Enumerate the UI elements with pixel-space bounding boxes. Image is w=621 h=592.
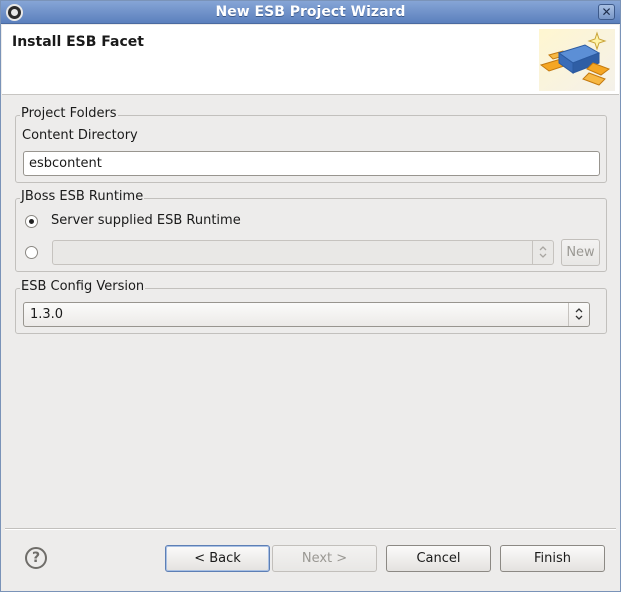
server-supplied-label[interactable]: Server supplied ESB Runtime — [51, 213, 241, 228]
esb-runtime-label: JBoss ESB Runtime — [20, 189, 145, 204]
finish-button[interactable]: Finish — [500, 545, 605, 572]
content-directory-label: Content Directory — [22, 128, 138, 143]
config-version-select[interactable]: 1.3.0 — [23, 302, 590, 327]
window-title: New ESB Project Wizard — [215, 4, 406, 20]
chevron-updown-icon — [568, 303, 589, 326]
custom-runtime-radio[interactable] — [25, 246, 38, 259]
server-supplied-radio[interactable] — [25, 215, 38, 228]
custom-runtime-select[interactable] — [52, 240, 554, 265]
close-icon[interactable]: ✕ — [598, 4, 615, 20]
config-version-label: ESB Config Version — [20, 279, 146, 294]
new-runtime-button[interactable]: New — [561, 239, 600, 266]
back-button[interactable]: < Back — [165, 545, 270, 572]
project-folders-label: Project Folders — [20, 106, 118, 121]
wizard-window: New ESB Project Wizard ✕ Install ESB Fac… — [0, 0, 621, 592]
next-button[interactable]: Next > — [272, 545, 377, 572]
cancel-button[interactable]: Cancel — [386, 545, 491, 572]
content-directory-field[interactable] — [23, 151, 600, 176]
esb-wizard-banner-icon — [539, 29, 615, 91]
chevron-updown-icon — [532, 241, 553, 264]
page-title: Install ESB Facet — [12, 34, 144, 50]
config-version-value: 1.3.0 — [30, 307, 64, 322]
footer-separator — [5, 528, 616, 530]
help-icon[interactable]: ? — [25, 547, 47, 569]
wizard-header: Install ESB Facet — [2, 25, 619, 95]
title-bar: New ESB Project Wizard ✕ — [1, 1, 620, 24]
